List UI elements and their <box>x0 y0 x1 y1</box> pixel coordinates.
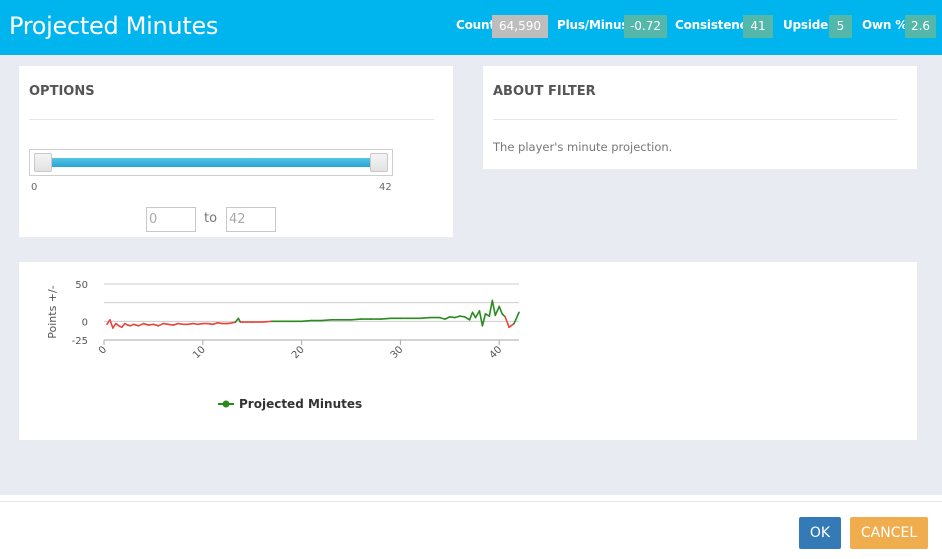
series-segment <box>513 311 520 325</box>
plus-minus-badge: -0.72 <box>624 15 667 38</box>
own-percent-label: Own % <box>862 18 908 32</box>
range-slider[interactable] <box>29 149 393 176</box>
slider-handle-min[interactable] <box>34 153 52 172</box>
consistency-badge: 41 <box>743 15 773 38</box>
y-tick-label: 0 <box>82 317 88 328</box>
series-segment <box>261 320 273 323</box>
series-segment <box>444 316 451 320</box>
count-badge: 64,590 <box>492 15 548 38</box>
series-segment <box>350 318 362 321</box>
series-segment <box>504 316 510 329</box>
count-label: Count <box>456 18 495 32</box>
range-from-input[interactable] <box>146 207 196 232</box>
modal-header: Projected Minutes Count 64,590 Plus/Minu… <box>0 0 942 55</box>
series-segment <box>468 311 474 321</box>
x-tick-label: 40 <box>488 344 505 361</box>
series-segment <box>494 305 501 317</box>
slider-track <box>50 158 372 167</box>
legend-marker <box>222 400 230 408</box>
cancel-button[interactable]: CANCEL <box>850 517 928 549</box>
options-divider <box>29 119 434 120</box>
own-percent-badge: 2.6 <box>905 15 936 38</box>
chart-panel: 50 0 -25 0 10 20 30 40 Points +/- Projected Mi… <box>19 262 917 440</box>
series-segment <box>379 317 392 320</box>
x-tick-label: 10 <box>191 344 208 361</box>
options-title: OPTIONS <box>29 84 95 99</box>
plus-minus-label: Plus/Minus <box>557 18 629 32</box>
range-to-input[interactable] <box>226 207 276 232</box>
series-segment <box>137 322 145 327</box>
series-segment <box>478 310 484 327</box>
series-segment <box>498 305 504 315</box>
modal-title: Projected Minutes <box>9 12 219 40</box>
ok-button[interactable]: OK <box>799 517 841 549</box>
slider-handle-max[interactable] <box>370 153 388 172</box>
options-panel: OPTIONS 0 42 to <box>19 66 453 237</box>
series-segment <box>112 322 117 329</box>
series-segment <box>300 319 313 323</box>
about-panel: ABOUT FILTER The player's minute project… <box>483 66 917 169</box>
y-tick-label: 50 <box>75 280 88 291</box>
about-description: The player's minute projection. <box>493 140 673 154</box>
slider-max-label: 42 <box>379 182 392 193</box>
series-segment <box>320 319 333 322</box>
y-axis-label: Points +/- <box>46 285 59 338</box>
about-title: ABOUT FILTER <box>493 84 596 99</box>
line-chart: 50 0 -25 0 10 20 30 40 Points +/- Projected Mi… <box>46 280 520 411</box>
series-segment <box>481 313 487 327</box>
about-divider <box>493 119 897 120</box>
series-segment <box>419 316 431 320</box>
series-segment <box>508 322 515 329</box>
series-segment <box>157 322 165 327</box>
x-tick-label: 0 <box>97 344 109 356</box>
footer-divider <box>0 501 942 502</box>
legend-label[interactable]: Projected Minutes <box>239 397 362 411</box>
upside-badge: 5 <box>829 15 852 38</box>
range-to-label: to <box>204 211 218 226</box>
upside-label: Upside: <box>783 18 833 32</box>
series-segment <box>463 316 471 321</box>
x-tick-label: 20 <box>290 344 307 361</box>
y-tick-label: -25 <box>72 336 88 347</box>
slider-min-label: 0 <box>31 182 38 193</box>
x-tick-label: 30 <box>389 344 406 361</box>
chart-legend[interactable]: Projected Minutes <box>218 397 362 411</box>
